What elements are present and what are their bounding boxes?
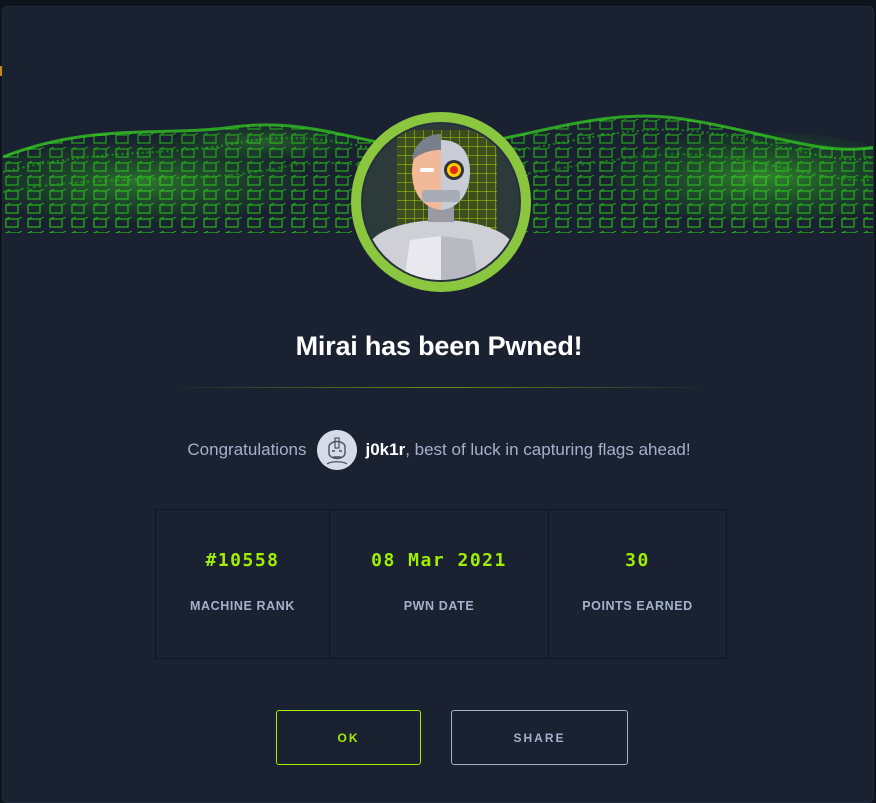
stat-label: MACHINE RANK bbox=[189, 599, 296, 613]
congrats-suffix: , best of luck in capturing flags ahead! bbox=[405, 440, 691, 459]
stats-panel: #10558 MACHINE RANK 08 Mar 2021 PWN DATE… bbox=[155, 509, 727, 659]
title-divider bbox=[165, 387, 715, 388]
stat-label: POINTS EARNED bbox=[582, 599, 693, 613]
ok-button[interactable]: OK bbox=[276, 710, 421, 765]
page-title: Mirai has been Pwned! bbox=[295, 331, 583, 361]
stat-pwn-date: 08 Mar 2021 PWN DATE bbox=[330, 510, 549, 658]
stat-value: 08 Mar 2021 bbox=[371, 550, 507, 571]
machine-avatar bbox=[342, 110, 540, 294]
stat-label: PWN DATE bbox=[403, 599, 475, 613]
cyborg-avatar-icon bbox=[351, 112, 531, 292]
username-link[interactable]: j0k1r bbox=[365, 440, 405, 460]
congratulations-message: Congratulations j0k1r , best of luck in … bbox=[3, 430, 873, 470]
stat-points-earned: 30 POINTS EARNED bbox=[549, 510, 726, 658]
user-avatar-icon[interactable] bbox=[317, 430, 358, 470]
stat-value: 30 bbox=[625, 550, 650, 571]
pwned-modal: Mirai has been Pwned! Congratulations j0… bbox=[2, 6, 874, 803]
stat-value: #10558 bbox=[205, 550, 280, 571]
share-button[interactable]: SHARE bbox=[451, 710, 628, 765]
congrats-prefix: Congratulations bbox=[187, 440, 307, 459]
stat-machine-rank: #10558 MACHINE RANK bbox=[156, 510, 330, 658]
